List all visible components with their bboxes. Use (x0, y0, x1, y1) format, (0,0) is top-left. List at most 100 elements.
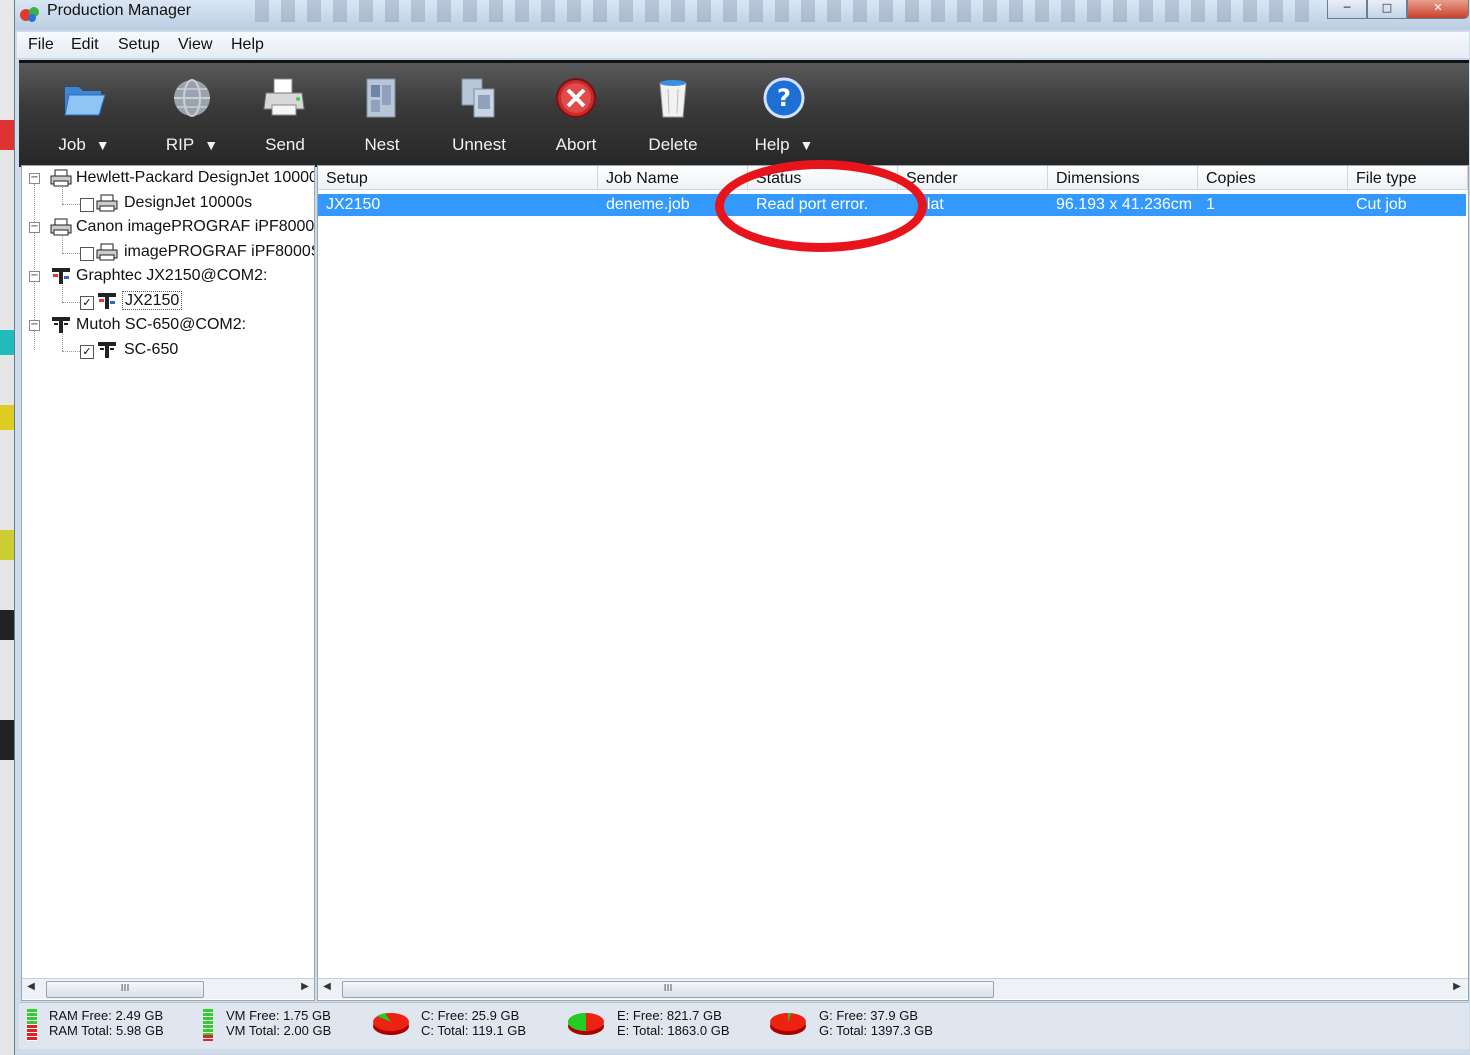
tree-connector (62, 302, 82, 303)
tree-device-mutoh[interactable]: Mutoh SC-650@COM2: (76, 316, 246, 340)
device-checkbox[interactable] (80, 198, 94, 212)
drive-g-total: G: Total: 1397.3 GB (819, 1023, 933, 1038)
job-dropdown-icon[interactable]: ▼ (96, 137, 110, 153)
tree-setup-jx2150-label[interactable]: JX2150 (122, 291, 183, 310)
tree-setup-designjet[interactable]: DesignJet 10000s (124, 194, 252, 218)
drive-g-free: G: Free: 37.9 GB (819, 1008, 918, 1023)
scroll-thumb[interactable]: III (46, 981, 204, 998)
device-checkbox-checked[interactable]: ✓ (80, 345, 94, 359)
trash-icon (659, 80, 687, 118)
title-bar[interactable]: Production Manager ─ □ ✕ (15, 0, 1470, 30)
drive-e-pie-icon (568, 1013, 604, 1035)
job-button[interactable]: Job ▼ (39, 69, 129, 161)
unnest-icon (461, 78, 495, 118)
nest-button[interactable]: Nest (337, 69, 427, 161)
printer-send-icon (263, 78, 305, 116)
tree-device-canon[interactable]: Canon imagePROGRAF iPF8000S (76, 218, 314, 242)
scroll-left-icon[interactable]: ◀ (320, 981, 334, 992)
maximize-button[interactable]: □ (1367, 0, 1407, 19)
rip-dropdown-icon[interactable]: ▼ (204, 137, 218, 153)
job-list[interactable]: Setup Job Name Status Sender Dimensions … (317, 165, 1469, 1001)
send-button[interactable]: Send (240, 69, 330, 161)
background-toolbar-blur (255, 0, 1315, 22)
send-label: Send (265, 135, 305, 154)
collapse-icon[interactable]: − (29, 222, 40, 233)
nest-icon (366, 78, 396, 118)
close-button[interactable]: ✕ (1407, 0, 1469, 19)
abort-button[interactable]: Abort (531, 69, 621, 161)
menu-view[interactable]: View (178, 36, 212, 54)
tree-connector (62, 253, 82, 254)
desktop-background (0, 0, 14, 1055)
delete-button[interactable]: Delete (628, 69, 718, 161)
menu-setup[interactable]: Setup (118, 36, 160, 54)
printer-icon (96, 194, 118, 212)
tree-connector (62, 282, 63, 302)
device-checkbox-checked[interactable]: ✓ (80, 296, 94, 310)
job-dimensions-cell: 96.193 x 41.236cm (1056, 196, 1193, 213)
menu-help[interactable]: Help (231, 36, 264, 54)
delete-label: Delete (648, 135, 698, 154)
tree-connector (62, 233, 63, 253)
vm-meter-icon (203, 1009, 213, 1041)
vm-stats: VM Free: 1.75 GB VM Total: 2.00 GB (226, 1008, 331, 1038)
job-name-cell: deneme.job (606, 196, 690, 213)
ram-free: RAM Free: 2.49 GB (49, 1008, 164, 1023)
column-header-sender[interactable]: Sender (898, 166, 1048, 190)
printer-icon (50, 218, 72, 236)
vm-free: VM Free: 1.75 GB (226, 1008, 331, 1023)
help-dropdown-icon[interactable]: ▼ (800, 137, 814, 153)
device-tree[interactable]: − Hewlett-Packard DesignJet 10000 Design… (21, 165, 315, 1001)
scroll-right-icon[interactable]: ▶ (298, 981, 312, 992)
minimize-button[interactable]: ─ (1327, 0, 1367, 19)
printer-icon (50, 169, 72, 187)
drive-g-pie-icon (770, 1012, 806, 1035)
tree-setup-sc650[interactable]: SC-650 (124, 341, 178, 365)
menu-file[interactable]: File (28, 36, 54, 54)
drive-c-stats: C: Free: 25.9 GB C: Total: 119.1 GB (421, 1008, 526, 1038)
job-file-type-cell: Cut job (1356, 196, 1407, 213)
help-button[interactable]: ? Help ▼ (739, 69, 829, 161)
help-label: Help (754, 135, 790, 154)
main-toolbar: Job ▼ RIP ▼ Send Nest Unnest Abort Delet… (19, 60, 1469, 167)
ram-meter-icon (27, 1009, 37, 1041)
scroll-left-icon[interactable]: ◀ (24, 981, 38, 992)
tree-horizontal-scrollbar[interactable]: ◀ III ▶ (22, 978, 314, 999)
folder-open-icon (64, 87, 106, 116)
tree-device-hp[interactable]: Hewlett-Packard DesignJet 10000 (76, 169, 314, 193)
job-setup-cell: JX2150 (326, 196, 381, 213)
column-header-dimensions[interactable]: Dimensions (1048, 166, 1198, 190)
tree-connector (62, 351, 82, 352)
cutter-icon (52, 317, 70, 333)
device-checkbox[interactable] (80, 247, 94, 261)
drive-g-stats: G: Free: 37.9 GB G: Total: 1397.3 GB (819, 1008, 933, 1038)
tree-connector (62, 184, 63, 204)
cutter-icon (98, 342, 116, 358)
ram-stats: RAM Free: 2.49 GB RAM Total: 5.98 GB (49, 1008, 164, 1038)
ram-total: RAM Total: 5.98 GB (49, 1023, 164, 1038)
cutter-icon (52, 268, 70, 284)
list-horizontal-scrollbar[interactable]: ◀ III ▶ (318, 978, 1468, 999)
collapse-icon[interactable]: − (29, 271, 40, 282)
column-header-file-type[interactable]: File type (1348, 166, 1468, 190)
help-icon: ? (763, 77, 805, 119)
svg-text:?: ? (777, 84, 791, 112)
drive-e-free: E: Free: 821.7 GB (617, 1008, 722, 1023)
tree-connector (62, 204, 82, 205)
abort-icon (556, 78, 596, 118)
drive-c-total: C: Total: 119.1 GB (421, 1023, 527, 1038)
column-header-setup[interactable]: Setup (318, 166, 598, 190)
scroll-thumb[interactable]: III (342, 981, 994, 998)
unnest-button[interactable]: Unnest (434, 69, 524, 161)
rip-button[interactable]: RIP ▼ (147, 69, 237, 161)
menu-edit[interactable]: Edit (71, 36, 99, 54)
tree-setup-imageprograf[interactable]: imagePROGRAF iPF8000S (124, 243, 314, 267)
column-header-copies[interactable]: Copies (1198, 166, 1348, 190)
tree-device-graphtec[interactable]: Graphtec JX2150@COM2: (76, 267, 267, 291)
production-manager-window: Production Manager ─ □ ✕ File Edit Setup… (14, 0, 1470, 1055)
scroll-right-icon[interactable]: ▶ (1450, 981, 1464, 992)
tree-setup-jx2150[interactable]: JX2150 (122, 291, 183, 316)
collapse-icon[interactable]: − (29, 173, 40, 184)
nest-label: Nest (364, 135, 400, 154)
collapse-icon[interactable]: − (29, 320, 40, 331)
